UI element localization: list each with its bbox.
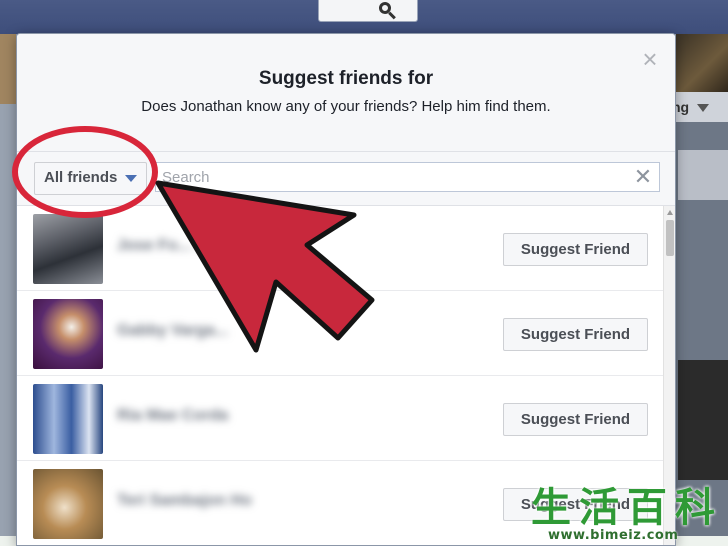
search-input[interactable] [156,163,626,191]
suggest-friend-button[interactable]: Suggest Friend [503,488,648,521]
suggest-friends-dialog: × Suggest friends for Does Jonathan know… [16,33,676,546]
friend-name: Ria Mae Corda [117,407,229,424]
search-icon [379,2,391,14]
friend-list: Jose Fo... ...ata Suggest Friend Gabby V… [17,206,663,545]
background-photo [678,360,728,480]
dropdown-label: All friends [44,169,118,186]
avatar [33,469,103,539]
search-box: ✕ [155,162,660,192]
background-left-column [0,34,16,546]
close-icon[interactable]: × [639,46,661,72]
caret-down-icon [125,174,138,182]
clear-search-icon[interactable]: ✕ [631,164,655,190]
friends-filter-dropdown[interactable]: All friends [34,162,147,195]
list-item: Teri Sambajon Ho Suggest Friend [17,461,663,545]
scroll-thumb[interactable] [666,220,674,256]
background-search-box [318,0,418,22]
friend-name: Gabby Varga... [117,322,229,339]
suggest-friend-button[interactable]: Suggest Friend [503,318,648,351]
avatar [33,299,103,369]
list-item: Gabby Varga... Suggest Friend [17,291,663,376]
suggest-friend-button[interactable]: Suggest Friend [503,233,648,266]
chevron-down-icon [697,104,710,113]
background-block [678,150,728,200]
avatar [33,214,103,284]
filter-bar: All friends ✕ [17,152,675,206]
friend-name: Jose Fo... ...ata [117,237,232,254]
suggest-friend-button[interactable]: Suggest Friend [503,403,648,436]
dialog-title: Suggest friends for [258,68,434,89]
background-profile-photo [676,34,728,96]
dialog-subtitle: Does Jonathan know any of your friends? … [141,98,551,115]
friend-name: Teri Sambajon Ho [117,492,252,509]
list-item: Jose Fo... ...ata Suggest Friend [17,206,663,291]
background-cover-photo [0,34,16,104]
avatar [33,384,103,454]
background-tab: ng [672,92,728,122]
scrollbar[interactable] [663,206,675,545]
dialog-header: × Suggest friends for Does Jonathan know… [17,34,675,152]
list-item: Ria Mae Corda Suggest Friend [17,376,663,461]
scroll-up-icon[interactable] [667,210,673,215]
